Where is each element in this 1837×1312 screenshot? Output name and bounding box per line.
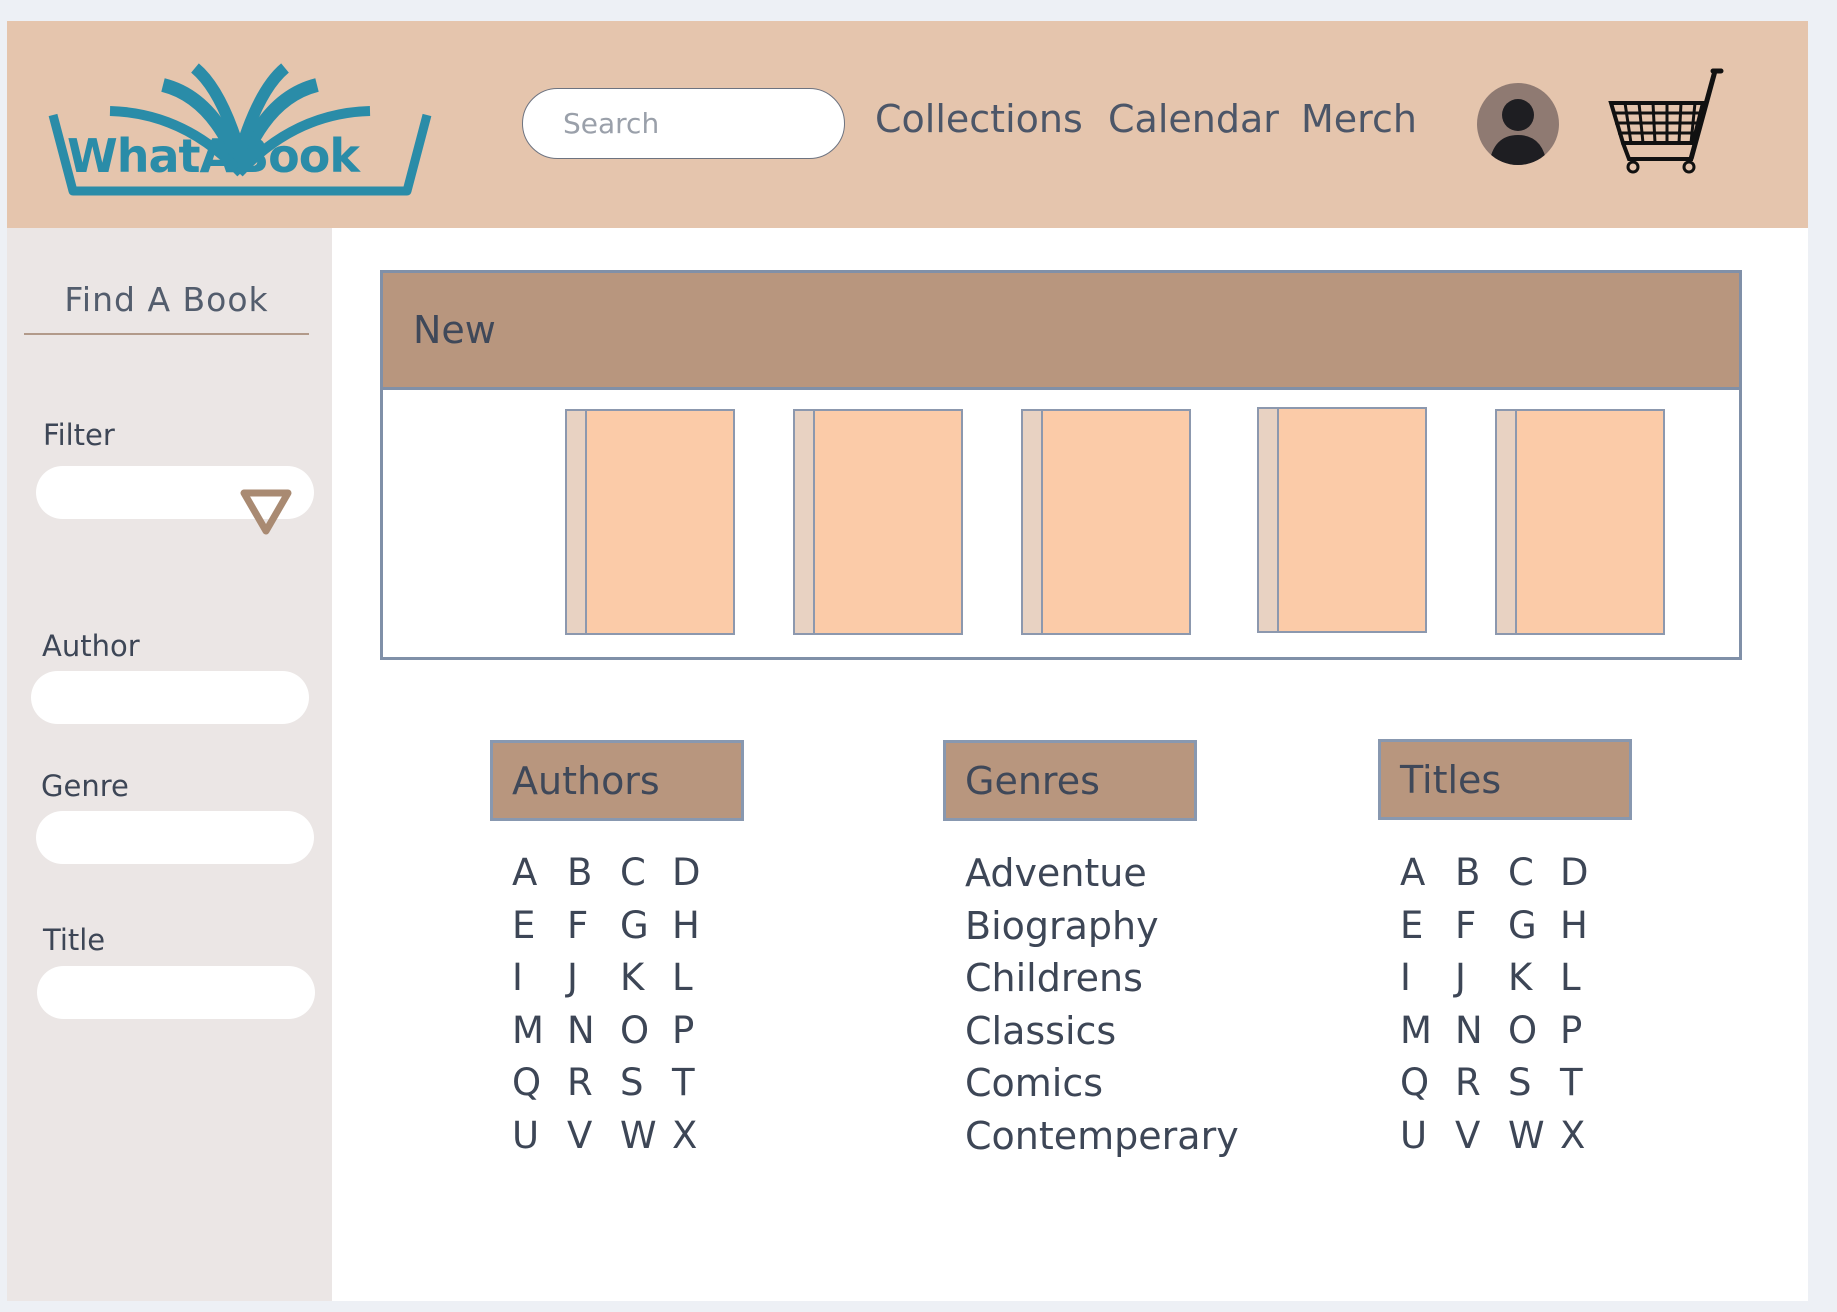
titles-letter-link[interactable]: P [1560,1009,1582,1052]
authors-letter-link[interactable]: H [672,904,700,947]
titles-letter-link[interactable]: W [1508,1114,1545,1157]
authors-header[interactable]: Authors [490,740,744,821]
authors-letter-link[interactable]: A [512,851,537,894]
filter-label: Filter [43,418,115,452]
titles-letter-link[interactable]: O [1508,1009,1537,1052]
nav-merch[interactable]: Merch [1301,97,1417,141]
authors-letter-link[interactable]: W [620,1114,657,1157]
titles-letter-link[interactable]: B [1455,851,1480,894]
authors-letter-link[interactable]: M [512,1009,544,1052]
new-books-title: New [413,308,496,352]
titles-letter-link[interactable]: Q [1400,1061,1429,1104]
author-label: Author [42,629,140,663]
new-books-panel: New [380,270,1742,660]
titles-title: Titles [1400,758,1502,802]
authors-letter-link[interactable]: U [512,1114,539,1157]
book-card[interactable] [1021,409,1191,635]
authors-letter-link[interactable]: G [620,904,649,947]
titles-letter-link[interactable]: E [1400,904,1423,947]
titles-letter-link[interactable]: H [1560,904,1588,947]
new-books-header: New [383,273,1739,390]
authors-letter-link[interactable]: F [567,904,588,947]
chevron-down-icon[interactable] [239,487,293,537]
nav-collections[interactable]: Collections [875,97,1083,141]
titles-letter-link[interactable]: C [1508,851,1534,894]
titles-header[interactable]: Titles [1378,739,1632,820]
authors-letter-link[interactable]: S [620,1061,644,1104]
titles-letter-link[interactable]: L [1560,956,1581,999]
header: WhatABook Collections Calendar Merch [7,21,1808,228]
authors-letter-link[interactable]: L [672,956,693,999]
genre-link[interactable]: Contemperary [965,1114,1239,1158]
shopping-cart-icon[interactable] [1605,67,1729,179]
genre-field[interactable] [36,811,314,864]
sidebar-divider [24,333,309,335]
genre-link[interactable]: Classics [965,1009,1116,1053]
titles-letter-link[interactable]: V [1455,1114,1480,1157]
genre-link[interactable]: Adventue [965,851,1147,895]
genres-title: Genres [965,759,1100,803]
titles-letter-link[interactable]: U [1400,1114,1427,1157]
genre-link[interactable]: Comics [965,1061,1103,1105]
title-label: Title [43,923,106,957]
nav-calendar[interactable]: Calendar [1108,97,1279,141]
book-card[interactable] [793,409,963,635]
authors-letter-link[interactable]: Q [512,1061,541,1104]
genre-link[interactable]: Childrens [965,956,1143,1000]
authors-title: Authors [512,759,660,803]
titles-letter-link[interactable]: K [1508,956,1532,999]
authors-letter-link[interactable]: C [620,851,646,894]
page: WhatABook Collections Calendar Merch Fin… [7,21,1808,1301]
authors-letter-link[interactable]: T [672,1061,695,1104]
authors-letter-link[interactable]: N [567,1009,595,1052]
genre-link[interactable]: Biography [965,904,1159,948]
titles-letter-link[interactable]: T [1560,1061,1583,1104]
titles-letter-link[interactable]: A [1400,851,1425,894]
authors-letter-link[interactable]: I [512,956,523,999]
titles-letter-link[interactable]: M [1400,1009,1432,1052]
titles-letter-link[interactable]: J [1455,956,1466,999]
titles-letter-link[interactable]: F [1455,904,1476,947]
authors-letter-link[interactable]: E [512,904,535,947]
logo-text: WhatABook [67,129,360,183]
authors-letter-link[interactable]: V [567,1114,592,1157]
authors-letter-link[interactable]: B [567,851,592,894]
authors-letter-link[interactable]: X [672,1114,697,1157]
genre-label: Genre [41,769,129,803]
sidebar: Find A Book Filter Author Genre Title [7,228,332,1301]
genres-header[interactable]: Genres [943,740,1197,821]
author-field[interactable] [31,671,309,724]
authors-letter-link[interactable]: D [672,851,701,894]
search-input[interactable] [522,88,845,159]
titles-letter-link[interactable]: R [1455,1061,1481,1104]
titles-letter-link[interactable]: S [1508,1061,1532,1104]
titles-letter-link[interactable]: N [1455,1009,1483,1052]
authors-letter-link[interactable]: K [620,956,644,999]
authors-letter-link[interactable]: J [567,956,578,999]
book-card[interactable] [1495,409,1665,635]
authors-letter-link[interactable]: R [567,1061,593,1104]
sidebar-title: Find A Book [64,280,269,319]
book-card[interactable] [1257,407,1427,633]
title-field[interactable] [37,966,315,1019]
titles-letter-link[interactable]: D [1560,851,1589,894]
authors-letter-link[interactable]: O [620,1009,649,1052]
titles-letter-link[interactable]: X [1560,1114,1585,1157]
authors-letter-link[interactable]: P [672,1009,694,1052]
book-card[interactable] [565,409,735,635]
titles-letter-link[interactable]: I [1400,956,1411,999]
user-avatar-icon[interactable] [1477,83,1559,165]
titles-letter-link[interactable]: G [1508,904,1537,947]
